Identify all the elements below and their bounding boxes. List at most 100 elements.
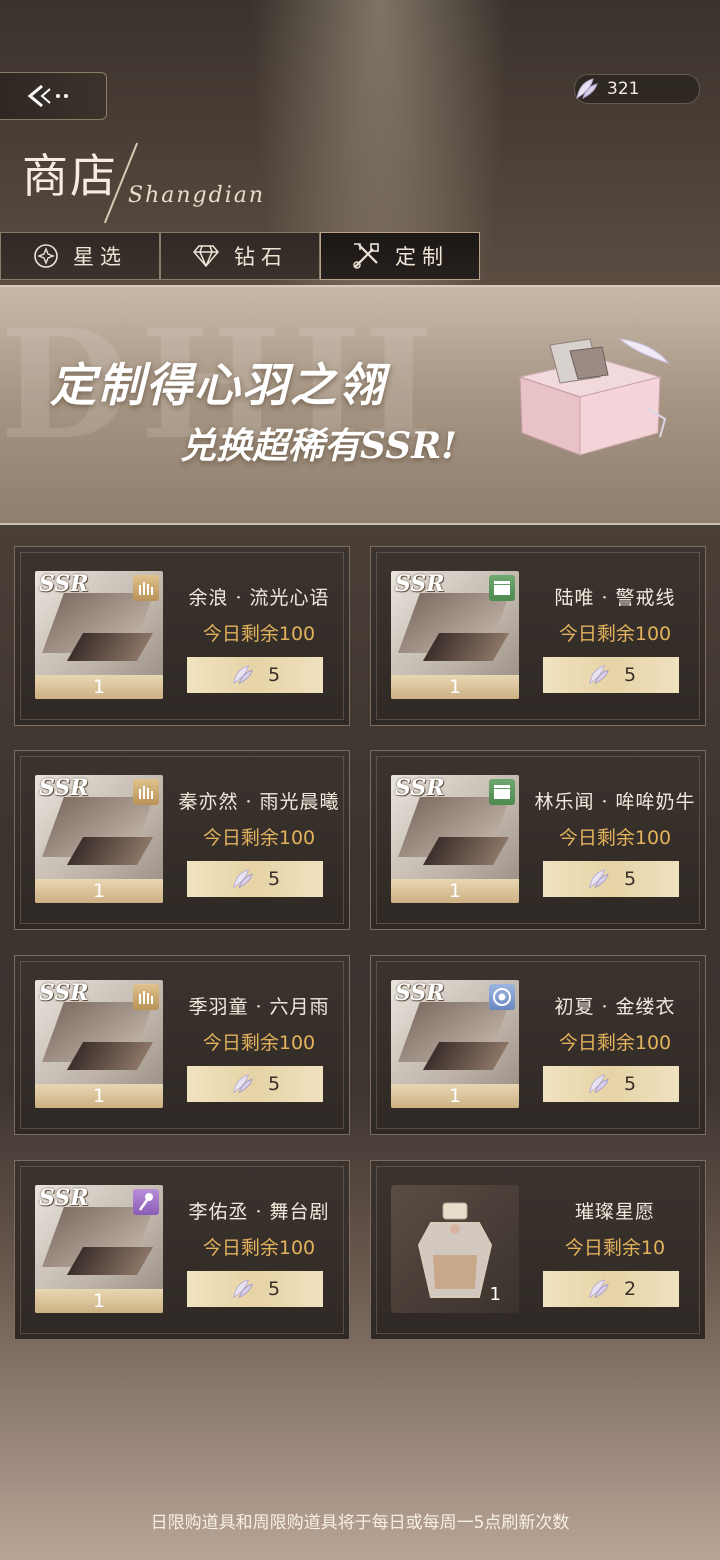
clapperboard-icon bbox=[489, 779, 515, 805]
star-circle-icon bbox=[34, 244, 58, 268]
item-remaining: 今日剩余100 bbox=[202, 827, 316, 849]
price-value: 2 bbox=[623, 1278, 637, 1300]
feather-icon bbox=[232, 665, 253, 685]
portrait-shard bbox=[66, 1042, 154, 1070]
shop-item-card[interactable]: SSR 1 林乐闻 · 哞哞奶牛 今日剩余100 5 bbox=[370, 750, 706, 930]
portrait-shard bbox=[66, 1247, 154, 1275]
item-quantity: 1 bbox=[391, 1084, 519, 1108]
tab-label: 定制 bbox=[395, 245, 449, 269]
item-name: 余浪 · 流光心语 bbox=[188, 587, 330, 609]
price-value: 5 bbox=[623, 868, 637, 890]
item-quantity: 1 bbox=[35, 1289, 163, 1313]
portrait-shard bbox=[66, 633, 154, 661]
price-value: 5 bbox=[267, 1278, 281, 1300]
price-value: 5 bbox=[623, 1073, 637, 1095]
back-button[interactable] bbox=[0, 72, 107, 120]
price-value: 5 bbox=[267, 664, 281, 686]
shop-item-card[interactable]: SSR 1 余浪 · 流光心语 今日剩余100 5 bbox=[14, 546, 350, 726]
tab-label: 星选 bbox=[73, 245, 127, 269]
music-bars-icon bbox=[133, 984, 159, 1010]
buy-button[interactable]: 5 bbox=[543, 1066, 679, 1102]
item-name: 李佑丞 · 舞台剧 bbox=[188, 1201, 330, 1223]
craft-tools-icon bbox=[353, 243, 379, 269]
card-thumbnail: SSR 1 bbox=[35, 775, 163, 903]
shop-item-card[interactable]: SSR 1 季羽童 · 六月雨 今日剩余100 5 bbox=[14, 955, 350, 1135]
feather-icon bbox=[232, 869, 253, 889]
item-quantity: 1 bbox=[35, 1084, 163, 1108]
card-thumbnail: SSR 1 bbox=[35, 571, 163, 699]
refresh-notice: 日限购道具和周限购道具将于每日或每周一5点刷新次数 bbox=[150, 1513, 570, 1533]
item-name: 璀璨星愿 bbox=[574, 1201, 655, 1223]
diamond-icon bbox=[193, 245, 219, 268]
item-remaining: 今日剩余100 bbox=[202, 1237, 316, 1259]
item-remaining: 今日剩余100 bbox=[202, 1032, 316, 1054]
item-name: 陆唯 · 警戒线 bbox=[554, 587, 676, 609]
shop-tabs: 星选 钻石 定制 bbox=[0, 232, 720, 280]
portrait-shard bbox=[422, 633, 510, 661]
feather-icon bbox=[588, 1074, 609, 1094]
shop-item-card[interactable]: SSR 1 陆唯 · 警戒线 今日剩余100 5 bbox=[370, 546, 706, 726]
rarity-label: SSR bbox=[395, 571, 445, 597]
eye-icon bbox=[489, 984, 515, 1010]
buy-button[interactable]: 5 bbox=[543, 657, 679, 693]
banner-headline: 定制得心羽之翎 bbox=[50, 358, 386, 412]
item-name: 林乐闻 · 哞哞奶牛 bbox=[534, 791, 696, 813]
rarity-label: SSR bbox=[39, 775, 89, 801]
promo-banner[interactable]: DHH 定制得心羽之翎 兑换超稀有SSR! bbox=[0, 285, 720, 525]
price-value: 5 bbox=[267, 1073, 281, 1095]
buy-button[interactable]: 5 bbox=[187, 1066, 323, 1102]
tab-custom[interactable]: 定制 bbox=[320, 232, 480, 280]
back-arrow-icon bbox=[27, 84, 68, 108]
portrait-shard bbox=[422, 1042, 510, 1070]
page-title: 商店 bbox=[22, 149, 118, 203]
item-name: 初夏 · 金缕衣 bbox=[554, 996, 676, 1018]
tab-diamond[interactable]: 钻石 bbox=[160, 232, 320, 280]
feather-icon bbox=[232, 1279, 253, 1299]
feather-icon bbox=[232, 1074, 253, 1094]
card-thumbnail: 1 bbox=[391, 1185, 519, 1313]
rarity-label: SSR bbox=[395, 775, 445, 801]
rarity-label: SSR bbox=[395, 980, 445, 1006]
rarity-label: SSR bbox=[39, 980, 89, 1006]
rarity-label: SSR bbox=[39, 1185, 89, 1211]
music-bars-icon bbox=[133, 575, 159, 601]
feather-icon bbox=[588, 665, 609, 685]
gift-box-icon bbox=[518, 338, 670, 456]
item-quantity: 1 bbox=[35, 675, 163, 699]
item-quantity: 1 bbox=[489, 1284, 501, 1305]
feather-icon bbox=[576, 78, 598, 100]
shop-item-card[interactable]: SSR 1 李佑丞 · 舞台剧 今日剩余100 5 bbox=[14, 1160, 350, 1340]
item-quantity: 1 bbox=[391, 675, 519, 699]
price-value: 5 bbox=[623, 664, 637, 686]
shop-item-card[interactable]: SSR 1 初夏 · 金缕衣 今日剩余100 5 bbox=[370, 955, 706, 1135]
item-remaining: 今日剩余10 bbox=[564, 1237, 666, 1259]
buy-button[interactable]: 5 bbox=[187, 657, 323, 693]
buy-button[interactable]: 5 bbox=[543, 861, 679, 897]
shop-item-card[interactable]: SSR 1 秦亦然 · 雨光晨曦 今日剩余100 5 bbox=[14, 750, 350, 930]
card-thumbnail: SSR 1 bbox=[391, 980, 519, 1108]
currency-amount: 321 bbox=[607, 79, 640, 99]
item-quantity: 1 bbox=[391, 879, 519, 903]
buy-button[interactable]: 5 bbox=[187, 861, 323, 897]
card-thumbnail: SSR 1 bbox=[391, 571, 519, 699]
item-remaining: 今日剩余100 bbox=[558, 827, 672, 849]
feather-icon bbox=[588, 869, 609, 889]
card-thumbnail: SSR 1 bbox=[35, 1185, 163, 1313]
shop-item-card[interactable]: 1 璀璨星愿 今日剩余10 2 bbox=[370, 1160, 706, 1340]
item-remaining: 今日剩余100 bbox=[202, 623, 316, 645]
portrait-shard bbox=[66, 837, 154, 865]
clapperboard-icon bbox=[489, 575, 515, 601]
banner-subline: 兑换超稀有SSR! bbox=[180, 425, 457, 467]
price-value: 5 bbox=[267, 868, 281, 890]
item-name: 季羽童 · 六月雨 bbox=[188, 996, 330, 1018]
buy-button[interactable]: 5 bbox=[187, 1271, 323, 1307]
music-bars-icon bbox=[133, 779, 159, 805]
microphone-icon bbox=[133, 1189, 159, 1215]
portrait-shard bbox=[422, 837, 510, 865]
item-quantity: 1 bbox=[35, 879, 163, 903]
item-remaining: 今日剩余100 bbox=[558, 623, 672, 645]
feather-currency-display[interactable]: 321 bbox=[574, 74, 700, 104]
tab-xingxuan[interactable]: 星选 bbox=[0, 232, 160, 280]
buy-button[interactable]: 2 bbox=[543, 1271, 679, 1307]
feather-icon bbox=[588, 1279, 609, 1299]
